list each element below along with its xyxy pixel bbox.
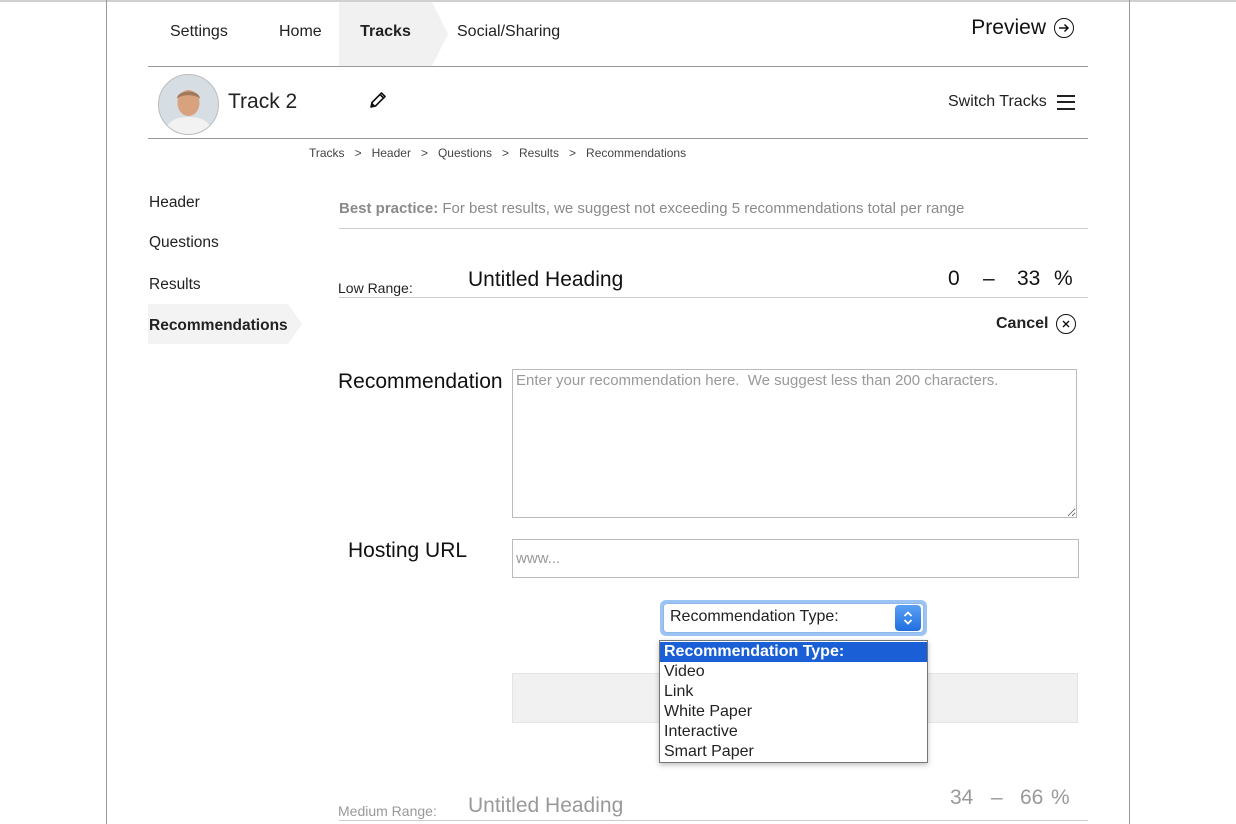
recommendation-type-dropdown: Recommendation Type: Video Link White Pa… xyxy=(659,640,928,763)
hamburger-menu-icon xyxy=(1056,94,1075,110)
track-name: Track 2 xyxy=(228,90,298,113)
best-practice-divider xyxy=(339,228,1088,229)
track-divider xyxy=(148,138,1088,139)
dropdown-option-white-paper[interactable]: White Paper xyxy=(660,702,927,722)
top-nav: Settings Home Tracks Social/Sharing Prev… xyxy=(148,2,1088,66)
tab-settings[interactable]: Settings xyxy=(170,2,228,66)
best-practice-prefix: Best practice: xyxy=(339,200,439,217)
dropdown-option-video[interactable]: Video xyxy=(660,662,927,682)
tab-home[interactable]: Home xyxy=(279,2,322,66)
hosting-url-input[interactable] xyxy=(512,539,1079,578)
nav-divider xyxy=(148,66,1088,67)
sidebar-item-questions[interactable]: Questions xyxy=(149,234,219,252)
sidebar-item-recommendations[interactable]: Recommendations xyxy=(149,317,288,335)
medium-range-min[interactable]: 34 xyxy=(950,786,973,810)
arrow-right-circle-icon xyxy=(1054,18,1074,38)
low-range-heading[interactable]: Untitled Heading xyxy=(468,268,623,292)
page-border-right xyxy=(1129,0,1130,824)
select-value: Recommendation Type: xyxy=(670,608,839,625)
medium-range-divider xyxy=(339,820,1088,821)
recommendation-textarea[interactable] xyxy=(512,369,1077,518)
preview-button[interactable]: Preview xyxy=(971,16,1074,40)
low-range-unit: % xyxy=(1054,267,1073,290)
close-circle-icon xyxy=(1056,314,1077,334)
low-range-max[interactable]: 33 xyxy=(1017,267,1040,291)
low-range-dash: – xyxy=(983,267,995,290)
cancel-button[interactable]: Cancel xyxy=(996,314,1077,334)
low-range-label: Low Range: xyxy=(338,280,413,296)
tab-social-sharing[interactable]: Social/Sharing xyxy=(457,2,560,66)
dropdown-option-interactive[interactable]: Interactive xyxy=(660,722,927,742)
breadcrumb-item[interactable]: Questions xyxy=(438,146,492,160)
tab-tracks-arrow xyxy=(432,2,448,66)
medium-range-unit: % xyxy=(1051,786,1070,809)
select-value-box: Recommendation Type: xyxy=(663,603,924,633)
low-range-min[interactable]: 0 xyxy=(948,267,960,291)
medium-range-heading[interactable]: Untitled Heading xyxy=(468,794,623,818)
recommendation-type-select[interactable]: Recommendation Type: xyxy=(660,600,927,636)
breadcrumb-item[interactable]: Tracks xyxy=(309,146,345,160)
best-practice-note: Best practice: For best results, we sugg… xyxy=(339,200,964,217)
switch-tracks-label: Switch Tracks xyxy=(948,93,1047,110)
sidebar-active-arrow xyxy=(288,304,302,344)
sidebar-item-results[interactable]: Results xyxy=(149,276,201,294)
tab-tracks[interactable]: Tracks xyxy=(339,2,432,66)
select-stepper-icon xyxy=(895,605,921,631)
preview-label: Preview xyxy=(971,16,1046,39)
switch-tracks-button[interactable]: Switch Tracks xyxy=(948,93,1075,111)
low-range-divider xyxy=(339,297,1088,298)
dropdown-option-link[interactable]: Link xyxy=(660,682,927,702)
recommendation-label: Recommendation xyxy=(338,370,503,393)
page-border-left xyxy=(106,0,107,824)
hosting-url-label: Hosting URL xyxy=(348,539,468,562)
medium-range-label: Medium Range: xyxy=(338,803,437,819)
dropdown-option-recommendation-type[interactable]: Recommendation Type: xyxy=(660,642,927,662)
medium-range-dash: – xyxy=(991,786,1003,809)
cancel-label: Cancel xyxy=(996,315,1049,332)
pencil-icon[interactable] xyxy=(367,89,389,111)
medium-range-max[interactable]: 66 xyxy=(1020,786,1043,810)
best-practice-text: For best results, we suggest not exceedi… xyxy=(438,200,965,217)
breadcrumb-item[interactable]: Recommendations xyxy=(586,146,686,160)
sidebar-item-header[interactable]: Header xyxy=(149,194,200,212)
breadcrumb: Tracks > Header > Questions > Results > … xyxy=(309,146,687,160)
dropdown-option-smart-paper[interactable]: Smart Paper xyxy=(660,742,927,762)
avatar xyxy=(158,74,219,135)
breadcrumb-item[interactable]: Header xyxy=(372,146,411,160)
breadcrumb-item[interactable]: Results xyxy=(519,146,559,160)
